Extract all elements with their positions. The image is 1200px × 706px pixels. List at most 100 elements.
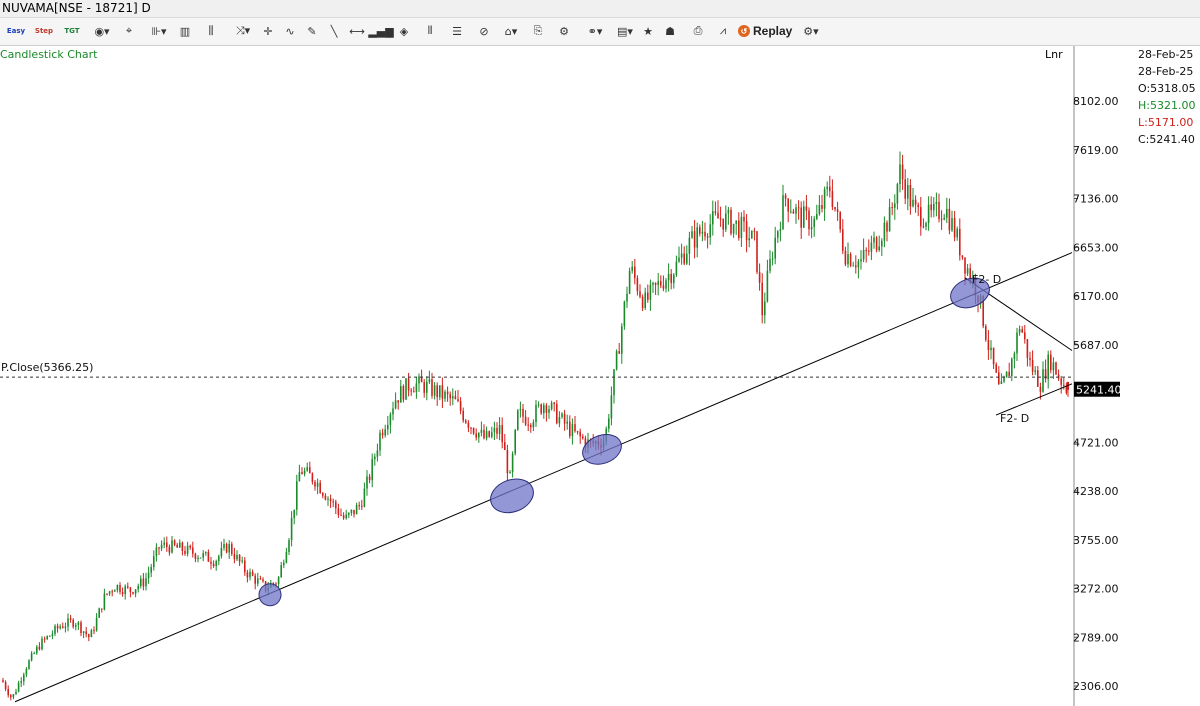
cube-icon[interactable]: ◈ [396, 22, 412, 40]
candle-body [218, 556, 220, 562]
candle-body [1067, 381, 1069, 390]
candle-body [418, 376, 420, 384]
candle-body [797, 207, 800, 209]
pointer-icon[interactable]: ⌖ [120, 22, 138, 40]
crosshair-icon[interactable]: ✛ [260, 22, 276, 40]
gear-dropdown-icon[interactable]: ⚙▾ [798, 22, 824, 40]
star-icon[interactable]: ★ [640, 22, 656, 40]
tgt-button[interactable]: TGT [62, 22, 82, 40]
candle-body [875, 237, 878, 251]
candle-body [101, 608, 103, 610]
candle-body [753, 230, 756, 232]
candle-body [1024, 332, 1026, 340]
candle-body [384, 429, 386, 436]
y-tick-label: 7619.00 [1073, 144, 1119, 157]
candle-body [613, 369, 615, 396]
scale-mode-label[interactable]: Lnr [1045, 48, 1063, 61]
candle-body [556, 403, 558, 424]
candle-body [1050, 354, 1052, 371]
candle-body [439, 385, 441, 398]
candle-body [496, 427, 498, 434]
annotation-label: F2- D [1000, 412, 1029, 425]
trendline-icon[interactable]: ╲ [326, 22, 342, 40]
candle-body [579, 431, 581, 437]
candle-body [215, 561, 217, 567]
candle-body [20, 681, 22, 683]
candle-body [995, 364, 997, 373]
paint-dropdown-icon[interactable]: ⌂▾ [498, 22, 524, 40]
candle-body [654, 282, 657, 285]
candle-body [114, 590, 116, 592]
candle-body [1005, 371, 1008, 378]
bar-chart-icon[interactable]: ▥ [176, 22, 194, 40]
candle-body [823, 189, 826, 209]
candle-body [678, 257, 680, 262]
candle-body [935, 201, 938, 204]
candle-body [119, 584, 121, 593]
easy-button[interactable]: Easy [6, 22, 26, 40]
link-dropdown-icon[interactable]: ⚭▾ [582, 22, 608, 40]
candle-body [353, 509, 355, 515]
y-tick-label: 4721.00 [1073, 436, 1119, 449]
candle-body [335, 501, 337, 509]
candle-body [953, 218, 956, 238]
candle-body [54, 625, 56, 634]
candle-body [1003, 377, 1005, 382]
line-style-dropdown-icon[interactable]: ⤨▾ [230, 22, 256, 40]
candle-body [137, 585, 139, 590]
ohlc-close: C:5241.40 [1138, 133, 1195, 146]
candle-body [842, 229, 844, 251]
line-chart-icon[interactable]: ⩘ [714, 22, 732, 40]
wave-icon[interactable]: ∿ [282, 22, 298, 40]
candle-body [132, 592, 134, 594]
pencil-icon[interactable]: ✎ [304, 22, 320, 40]
horizontal-line-icon[interactable]: ⟷ [348, 22, 366, 40]
candle-body [202, 553, 204, 558]
volume-icon[interactable]: ▂▄▆ [368, 22, 393, 40]
candle-body [192, 547, 194, 554]
template-icon[interactable]: ⎘ [530, 22, 546, 40]
indicator-dropdown-icon[interactable]: ◉▾ [90, 22, 114, 40]
candle-body [592, 440, 594, 444]
settings-doc-icon[interactable]: ⚙ [556, 22, 572, 40]
candle-body [693, 231, 696, 248]
candle-body [839, 211, 841, 230]
candle-body [527, 424, 529, 426]
candle-body [961, 255, 964, 258]
candle-body [722, 218, 724, 230]
candle-body [493, 427, 496, 433]
timeframe-dropdown-icon[interactable]: ⊪▾ [146, 22, 172, 40]
candle-body [660, 281, 662, 286]
candle-body [764, 301, 766, 316]
candle-body [1037, 370, 1039, 387]
candle-body [194, 553, 197, 559]
candle-body [121, 592, 124, 595]
candle-body [1060, 378, 1062, 385]
candle-body [667, 273, 670, 281]
fibonacci-icon[interactable]: ⫴ [422, 22, 438, 40]
candle-body [319, 482, 321, 494]
clipboard-icon[interactable]: ⎙ [690, 22, 706, 40]
candle-body [922, 226, 925, 228]
candle-body [810, 227, 813, 230]
candle-body [852, 265, 854, 267]
candle-body [610, 395, 613, 419]
bell-icon[interactable]: ☗ [662, 22, 678, 40]
candle-body [608, 418, 610, 429]
candle-body [675, 261, 678, 275]
candle-body [849, 254, 852, 266]
candle-body [540, 404, 542, 414]
ruler-icon[interactable]: ⊘ [476, 22, 492, 40]
candle-body [966, 268, 969, 274]
step-button[interactable]: Step [34, 22, 54, 40]
candlestick-icon[interactable]: ⫼ [202, 22, 220, 40]
y-tick-label: 6653.00 [1073, 241, 1119, 254]
candle-body [712, 211, 714, 225]
candle-body [93, 630, 95, 632]
candle-body [324, 495, 327, 500]
price-chart[interactable]: 2306.00 2789.00 3272.00 3755.00 4238.00 4721.… [0, 0, 1200, 706]
candle-body [472, 428, 475, 434]
layout-dropdown-icon[interactable]: ▤▾ [612, 22, 638, 40]
replay-button[interactable]: ↺ Replay [738, 22, 792, 40]
channel-icon[interactable]: ☰ [448, 22, 466, 40]
